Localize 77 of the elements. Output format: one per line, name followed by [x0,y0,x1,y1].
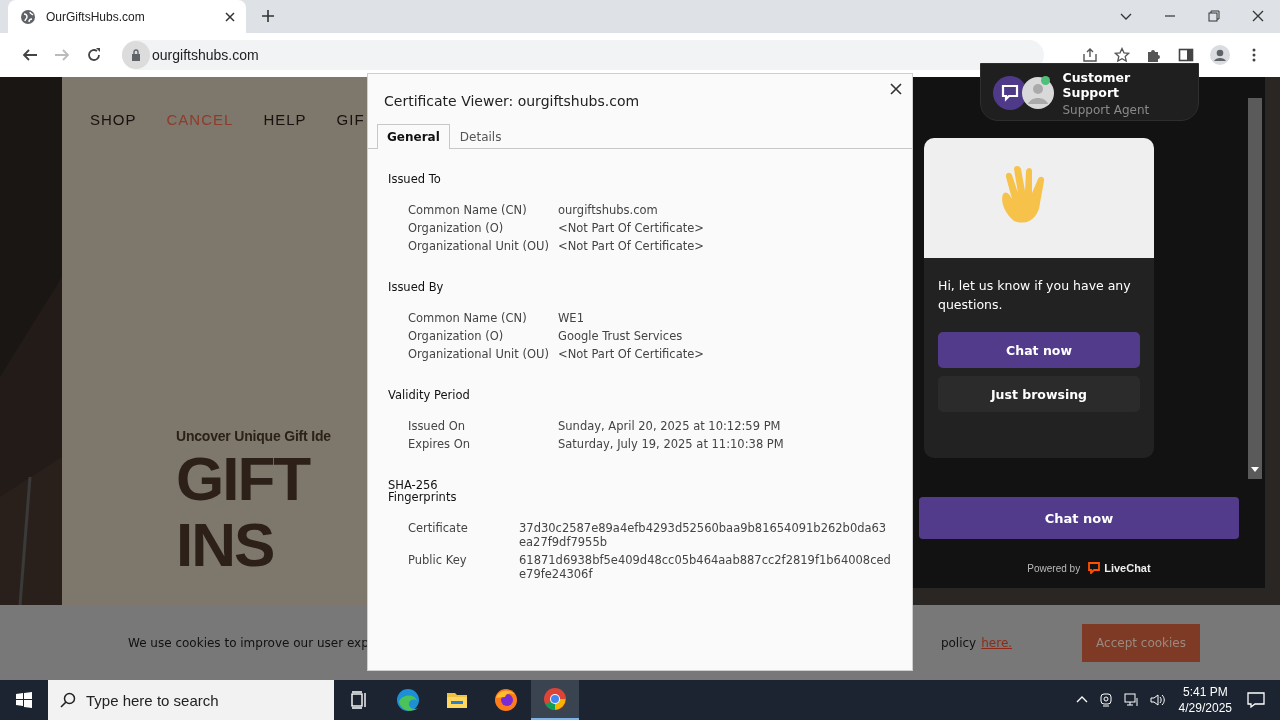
hero-headline: GIFT [176,448,310,510]
field-value: <Not Part Of Certificate> [558,221,705,235]
field-label: Organizational Unit (OU) [408,347,550,361]
close-icon[interactable] [224,10,236,23]
scroll-down-icon[interactable] [1251,465,1259,473]
dialog-tab[interactable]: General [377,124,450,149]
task-view-icon [349,690,369,710]
section-heading: Issued By [388,281,445,293]
section-heading: Validity Period [388,389,471,401]
field-label: Issued On [408,419,467,433]
notifications-icon[interactable] [1246,690,1266,710]
field-label: Common Name (CN) [408,203,528,217]
field-label: Expires On [408,437,472,451]
address-bar[interactable]: ourgiftshubs.com [122,40,1044,70]
side-panel-icon[interactable] [1178,47,1194,63]
nav-link[interactable]: HELP [263,111,307,128]
welcome-message: Hi, let us know if you have any questions. [938,277,1132,314]
dialog-title: Certificate Viewer: ourgiftshubs.com [384,93,640,109]
field-value: WE1 [558,311,585,325]
edge-icon [396,688,420,712]
profile-icon[interactable] [1210,45,1230,65]
section-heading: SHA-256 Fingerprints [388,479,458,503]
firefox-icon [494,688,518,712]
nav-link[interactable]: GIF [336,111,365,128]
chat-bubble-icon [1088,562,1101,574]
reload-icon[interactable] [86,47,102,63]
search-icon [60,692,76,708]
chrome-taskbar-button[interactable] [531,680,579,720]
lock-icon[interactable] [130,49,142,61]
field-label: Organization (O) [408,329,505,343]
field-value: Sunday, April 20, 2025 at 10:12:59 PM [558,419,782,433]
clock-date[interactable]: 4/29/2025 [1178,700,1232,716]
star-icon[interactable] [1114,47,1130,63]
browser-tab[interactable]: OurGiftsHubs.com [8,0,246,33]
cookie-notice: policy [940,635,977,650]
webcam-icon[interactable] [1097,692,1114,708]
chat-now-button[interactable]: Chat now [919,497,1239,539]
network-icon[interactable] [1123,692,1140,708]
restore-icon[interactable] [1208,10,1220,22]
nav-link[interactable]: SHOP [90,111,137,128]
field-value: <Not Part Of Certificate> [558,347,705,361]
windows-start-icon[interactable] [16,692,32,708]
powered-by-label: Powered by [1027,562,1081,574]
share-icon[interactable] [1082,47,1098,63]
field-value: Google Trust Services [558,329,684,343]
back-icon[interactable] [22,47,38,63]
field-label: Certificate [408,521,469,537]
scrollbar[interactable] [1248,98,1262,479]
dialog-tab[interactable]: Details [449,124,512,149]
field-value: 37d30c2587e89a4efb4293d52560baa9b81654091b262b0da63ea27f9df7955b [519,521,888,549]
taskbar-search-field[interactable]: Type here to search [48,680,334,720]
section-heading: Issued To [388,173,442,185]
field-value: Saturday, July 19, 2025 at 11:10:38 PM [558,437,785,451]
close-icon[interactable] [1252,10,1264,22]
field-label: Common Name (CN) [408,311,528,325]
avatar-icon [1020,76,1055,110]
close-icon[interactable] [890,83,902,95]
field-label: Organization (O) [408,221,505,235]
new-tab-icon[interactable] [260,8,276,24]
field-value: ourgiftshubs.com [558,203,659,217]
chat-now-button[interactable]: Chat now [938,332,1140,368]
hero-tagline: Uncover Unique Gift Ide [176,428,331,444]
brand-name: LiveChat [1104,562,1151,574]
chat-bubble-icon [992,76,1027,110]
field-value: 61871d6938bf5e409d48cc05b464aab887cc2f2819f1b64008cede79fe24306f [519,553,892,581]
field-label: Public Key [408,553,468,569]
puzzle-icon[interactable] [1146,47,1162,63]
speaker-icon[interactable] [1149,692,1166,708]
hero-headline: INS [176,514,274,576]
agent-role: Support Agent [1062,102,1151,117]
chrome-icon [543,687,567,711]
agent-name: Customer Support [1062,69,1132,100]
clock-time[interactable]: 5:41 PM [1182,684,1228,700]
globe-icon [20,8,36,25]
field-value: <Not Part Of Certificate> [558,239,705,253]
field-label: Organizational Unit (OU) [408,239,550,253]
just-browsing-button[interactable]: Just browsing [938,376,1140,412]
